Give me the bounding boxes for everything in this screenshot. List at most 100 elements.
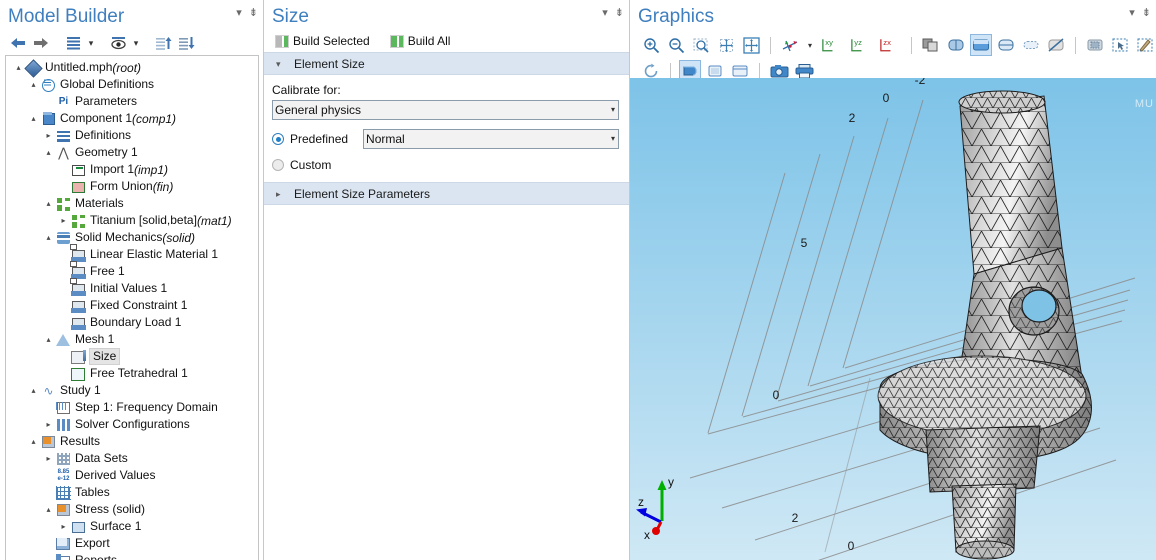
tree-item-step-1-frequency-domain[interactable]: ▸ Step 1: Frequency Domain xyxy=(6,399,258,416)
expand-collapse-toggle-open[interactable]: ▴ xyxy=(27,110,40,127)
expand-collapse-toggle-open[interactable]: ▴ xyxy=(27,433,40,450)
tree-item-reports[interactable]: ▸ Reports xyxy=(6,552,258,560)
chevron-down-icon[interactable]: ▾ xyxy=(86,38,96,49)
show-button[interactable] xyxy=(108,33,128,53)
chevron-down-icon[interactable]: ▾ xyxy=(602,8,608,19)
transparency-icon[interactable] xyxy=(920,34,942,56)
scene-light-icon[interactable] xyxy=(995,34,1017,56)
tree-item-parameters[interactable]: ▸Pi Parameters xyxy=(6,93,258,110)
expand-collapse-toggle-closed[interactable]: ▸ xyxy=(57,212,70,229)
wireframe-rendering-icon[interactable] xyxy=(945,34,967,56)
select-all-icon[interactable] xyxy=(1084,34,1106,56)
tree-item-mesh-1[interactable]: ▴ Mesh 1 xyxy=(6,331,258,348)
expand-collapse-toggle-open[interactable]: ▴ xyxy=(12,59,25,76)
tree-item-solid-mechanics[interactable]: ▴ Solid Mechanics (solid) xyxy=(6,229,258,246)
expand-collapse-toggle-closed[interactable]: ▸ xyxy=(42,450,55,467)
expand-collapse-toggle-closed[interactable]: ▸ xyxy=(42,416,55,433)
move-down-button[interactable] xyxy=(176,33,196,53)
expand-collapse-toggle-closed[interactable]: ▸ xyxy=(57,518,70,535)
tree-item-derived-values[interactable]: ▸8.85 e-12 Derived Values xyxy=(6,467,258,484)
collapse-all-button[interactable] xyxy=(63,33,83,53)
orientation-triad[interactable]: y z x xyxy=(636,475,674,542)
comsol-window: Model Builder ▾ ⇟ ▾ ▾ ▴ Untitled.mph (ro… xyxy=(0,0,1156,560)
zoom-in-icon[interactable] xyxy=(640,34,662,56)
go-to-zx-view-icon[interactable]: zx xyxy=(877,34,903,56)
tree-item-free-1[interactable]: ▸ Free 1 xyxy=(6,263,258,280)
tree-item-size[interactable]: ▸ Size xyxy=(6,348,258,365)
build-all-button[interactable]: Build All xyxy=(387,33,454,49)
select-box-icon[interactable] xyxy=(1109,34,1131,56)
expand-collapse-toggle-open[interactable]: ▴ xyxy=(42,501,55,518)
model-tree-container[interactable]: ▴ Untitled.mph (root) ▴ Global Definitions ▸… xyxy=(5,55,259,560)
tree-item-results[interactable]: ▴ Results xyxy=(6,433,258,450)
tree-item-titanium-solid-beta[interactable]: ▸ Titanium [solid,beta] (mat1) xyxy=(6,212,258,229)
zoom-extents-icon[interactable] xyxy=(715,34,737,56)
zoom-box-icon[interactable] xyxy=(690,34,712,56)
tree-item-initial-values-1[interactable]: ▸ Initial Values 1 xyxy=(6,280,258,297)
tree-item-import-1[interactable]: ▸ Import 1 (imp1) xyxy=(6,161,258,178)
expand-collapse-toggle-open[interactable]: ▴ xyxy=(42,229,55,246)
tree-item-stress-solid[interactable]: ▴ Stress (solid) xyxy=(6,501,258,518)
orthographic-projection-icon[interactable] xyxy=(1020,34,1042,56)
show-material-icon[interactable] xyxy=(970,34,992,56)
expand-collapse-toggle-open[interactable]: ▴ xyxy=(27,76,40,93)
tree-item-materials[interactable]: ▴ Materials xyxy=(6,195,258,212)
chevron-down-icon[interactable]: ▾ xyxy=(236,8,242,19)
go-back-button[interactable] xyxy=(8,33,28,53)
go-to-yz-view-icon[interactable]: yz xyxy=(848,34,874,56)
results-icon xyxy=(40,434,57,450)
toolbar-divider-4 xyxy=(670,62,671,80)
tree-item-surface-1[interactable]: ▸ Surface 1 xyxy=(6,518,258,535)
predefined-radio[interactable] xyxy=(272,133,284,145)
predefined-size-select[interactable]: Normal ▾ xyxy=(363,129,619,149)
triad-z-label: z xyxy=(638,495,644,509)
custom-radio[interactable] xyxy=(272,159,284,171)
zoom-out-icon[interactable] xyxy=(665,34,687,56)
expand-collapse-toggle-open[interactable]: ▴ xyxy=(42,195,55,212)
section-header-element-size[interactable]: ▾ Element Size xyxy=(264,52,629,75)
clear-selection-icon[interactable] xyxy=(1134,34,1156,56)
tree-item-boundary-load-1[interactable]: ▸ Boundary Load 1 xyxy=(6,314,258,331)
mesh-3d-view[interactable]: -2 0 2 5 0 2 0 y z x xyxy=(630,78,1140,560)
move-up-button[interactable] xyxy=(153,33,173,53)
tree-item-global-definitions[interactable]: ▴ Global Definitions xyxy=(6,76,258,93)
tree-item-free-tetrahedral-1[interactable]: ▸ Free Tetrahedral 1 xyxy=(6,365,258,382)
build-selected-button[interactable]: Build Selected xyxy=(272,33,373,49)
chevron-down-icon-2[interactable]: ▾ xyxy=(131,38,141,49)
chevron-down-icon[interactable]: ▾ xyxy=(1129,8,1135,19)
go-forward-button[interactable] xyxy=(31,33,51,53)
expand-collapse-toggle-open[interactable]: ▴ xyxy=(42,331,55,348)
tree-item-definitions[interactable]: ▸ Definitions xyxy=(6,127,258,144)
tree-item-component-1[interactable]: ▴ Component 1 (comp1) xyxy=(6,110,258,127)
mat-icon xyxy=(70,213,87,229)
tree-item-geometry-1[interactable]: ▴ ⋀ Geometry 1 xyxy=(6,144,258,161)
pin-icon[interactable]: ⇟ xyxy=(1142,8,1151,19)
hide-geometry-icon[interactable] xyxy=(1045,34,1067,56)
expand-collapse-toggle-open[interactable]: ▴ xyxy=(27,382,40,399)
tree-item-export[interactable]: ▸ Export xyxy=(6,535,258,552)
calibrate-for-select[interactable]: General physics ▾ xyxy=(272,100,619,120)
go-to-xy-view-icon[interactable]: xy xyxy=(819,34,845,56)
tree-item-fixed-constraint-1[interactable]: ▸ Fixed Constraint 1 xyxy=(6,297,258,314)
tree-item-label: Export xyxy=(75,536,110,550)
tree-item-data-sets[interactable]: ▸ Data Sets xyxy=(6,450,258,467)
tree-item-solver-configurations[interactable]: ▸ Solver Configurations xyxy=(6,416,258,433)
tree-item-form-union[interactable]: ▸ Form Union (fin) xyxy=(6,178,258,195)
expand-collapse-toggle-open[interactable]: ▴ xyxy=(42,144,55,161)
pin-icon[interactable]: ⇟ xyxy=(615,8,624,19)
chevron-down-icon: ▾ xyxy=(276,59,281,69)
section-header-element-size-parameters[interactable]: ▸ Element Size Parameters xyxy=(264,182,629,205)
surf-icon xyxy=(70,519,87,535)
pin-icon[interactable]: ⇟ xyxy=(249,8,258,19)
tree-item-study-1[interactable]: ▴ ∿ Study 1 xyxy=(6,382,258,399)
go-to-view-dropdown-icon[interactable]: ▾ xyxy=(804,34,816,56)
custom-row: Custom xyxy=(272,158,619,172)
expand-collapse-toggle-closed[interactable]: ▸ xyxy=(42,127,55,144)
zoom-to-selection-icon[interactable] xyxy=(740,34,762,56)
tree-item-tables[interactable]: ▸ Tables xyxy=(6,484,258,501)
tree-item-untitled-mph[interactable]: ▴ Untitled.mph (root) xyxy=(6,58,258,78)
go-to-view-icon[interactable] xyxy=(779,34,801,56)
axis-label-4: 0 xyxy=(773,388,780,402)
tree-item-linear-elastic-material-1[interactable]: ▸ Linear Elastic Material 1 xyxy=(6,246,258,263)
graphics-canvas[interactable]: -2 0 2 5 0 2 0 y z x MU xyxy=(630,78,1156,560)
